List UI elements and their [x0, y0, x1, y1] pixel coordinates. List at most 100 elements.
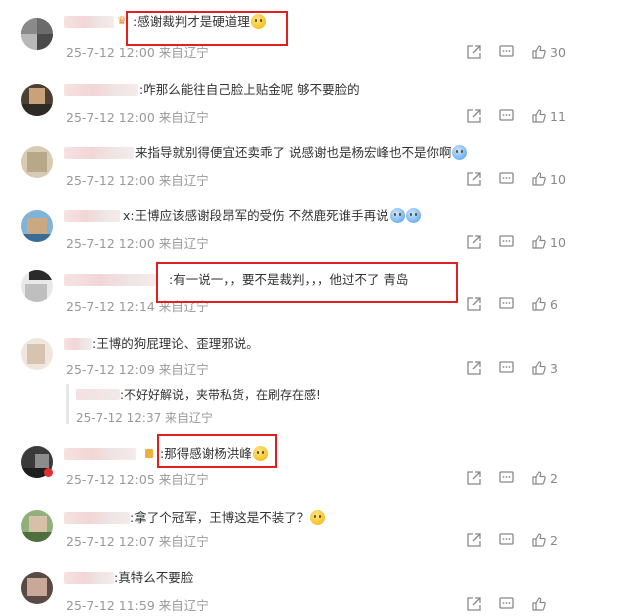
username[interactable] — [64, 16, 114, 28]
reply-button[interactable] — [499, 594, 514, 614]
reply-button[interactable] — [499, 294, 514, 314]
like-button[interactable]: 30 — [532, 42, 566, 62]
comment-icon — [499, 235, 514, 247]
share-icon — [467, 45, 481, 59]
comment-actions: 30 — [465, 42, 625, 62]
reply-button[interactable] — [499, 530, 514, 550]
comment-icon — [499, 172, 514, 184]
share-button[interactable] — [467, 294, 481, 314]
thumbs-up-icon — [532, 235, 546, 249]
like-button[interactable]: 10 — [532, 169, 566, 189]
like-count: 2 — [550, 470, 558, 486]
thumbs-up-icon — [532, 45, 546, 59]
thumbs-up-icon — [532, 471, 546, 485]
reply-text: :不好好解说，夹带私货，在刷存在感! — [76, 387, 321, 403]
avatar[interactable] — [21, 210, 53, 242]
like-count: 30 — [550, 44, 566, 60]
like-button[interactable] — [532, 594, 550, 614]
comment-icon — [499, 597, 514, 609]
thumbs-up-icon — [532, 533, 546, 547]
share-icon — [467, 172, 481, 186]
avatar[interactable] — [21, 146, 53, 178]
username[interactable] — [64, 572, 114, 584]
comment-text: 来指导就别得便宜还卖乖了 说感谢也是杨宏峰也不是你啊 — [135, 145, 468, 161]
thumbs-up-icon — [532, 597, 546, 611]
share-icon — [467, 235, 481, 249]
comment-text: x:王博应该感谢段昂军的受伤 不然鹿死谁手再说 — [123, 208, 421, 224]
comment-icon — [499, 361, 514, 373]
reply-username[interactable] — [76, 389, 120, 400]
comment-actions: 10 — [465, 232, 625, 252]
reply-button[interactable] — [499, 232, 514, 252]
comment-icon — [499, 471, 514, 483]
comment-icon — [499, 297, 514, 309]
highlight-box — [156, 262, 458, 303]
avatar[interactable] — [21, 510, 53, 542]
comment-text: :王博的狗屁理论、歪理邪说。 — [92, 336, 259, 351]
share-icon — [467, 471, 481, 485]
share-icon — [467, 597, 481, 611]
avatar[interactable] — [21, 338, 53, 370]
comment-text: :咋那么能往自己脸上贴金呢 够不要脸的 — [139, 82, 360, 97]
thinking-emoji-icon — [310, 510, 326, 525]
username[interactable] — [64, 210, 120, 222]
username[interactable] — [64, 274, 156, 286]
avatar[interactable] — [21, 18, 53, 50]
username[interactable] — [64, 338, 92, 350]
share-button[interactable] — [467, 468, 481, 488]
highlight-box — [126, 11, 288, 46]
comment-meta: 25-7-12 12:00 来自辽宁 — [66, 236, 209, 251]
like-button[interactable]: 6 — [532, 294, 558, 314]
laughing-emoji-icon — [452, 145, 468, 160]
share-button[interactable] — [467, 530, 481, 550]
comment-text: :真特么不要脸 — [114, 570, 194, 585]
username[interactable] — [64, 512, 130, 524]
highlight-box — [157, 434, 277, 468]
like-button[interactable]: 2 — [532, 468, 558, 488]
share-button[interactable] — [467, 594, 481, 614]
like-count: 2 — [550, 532, 558, 548]
reply-button[interactable] — [499, 106, 514, 126]
comment-text: :拿了个冠军，王博这是不装了？ — [130, 510, 326, 526]
reply-button[interactable] — [499, 42, 514, 62]
comment-actions — [465, 594, 625, 614]
avatar[interactable] — [21, 572, 53, 604]
like-button[interactable]: 10 — [532, 232, 566, 252]
comment-actions: 2 — [465, 530, 625, 550]
thumbs-up-icon — [532, 109, 546, 123]
like-count: 6 — [550, 296, 558, 312]
crying-emoji-icon — [405, 208, 421, 223]
share-button[interactable] — [467, 232, 481, 252]
avatar[interactable] — [21, 84, 53, 116]
thumbs-up-icon — [532, 361, 546, 375]
comment-actions: 11 — [465, 106, 625, 126]
like-button[interactable]: 11 — [532, 106, 566, 126]
username[interactable] — [64, 147, 134, 159]
like-count: 11 — [550, 108, 566, 124]
share-icon — [467, 361, 481, 375]
like-button[interactable]: 2 — [532, 530, 558, 550]
share-button[interactable] — [467, 42, 481, 62]
reply-button[interactable] — [499, 169, 514, 189]
avatar[interactable] — [21, 270, 53, 302]
share-button[interactable] — [467, 106, 481, 126]
comment-icon — [499, 109, 514, 121]
comment-actions: 3 — [465, 358, 625, 378]
comment-meta: 25-7-12 12:09 来自辽宁 — [66, 362, 209, 377]
username[interactable] — [64, 448, 136, 460]
comment-meta: 25-7-12 12:00 来自辽宁 — [66, 110, 209, 125]
share-icon — [467, 109, 481, 123]
username[interactable] — [64, 84, 138, 96]
comment-icon — [499, 45, 514, 57]
share-button[interactable] — [467, 169, 481, 189]
like-count: 10 — [550, 171, 566, 187]
share-button[interactable] — [467, 358, 481, 378]
like-button[interactable]: 3 — [532, 358, 558, 378]
reply-button[interactable] — [499, 468, 514, 488]
comment-icon — [499, 533, 514, 545]
reply-button[interactable] — [499, 358, 514, 378]
lock-icon — [145, 449, 153, 458]
verified-badge-icon — [44, 468, 53, 477]
like-count: 10 — [550, 234, 566, 250]
like-count: 3 — [550, 360, 558, 376]
